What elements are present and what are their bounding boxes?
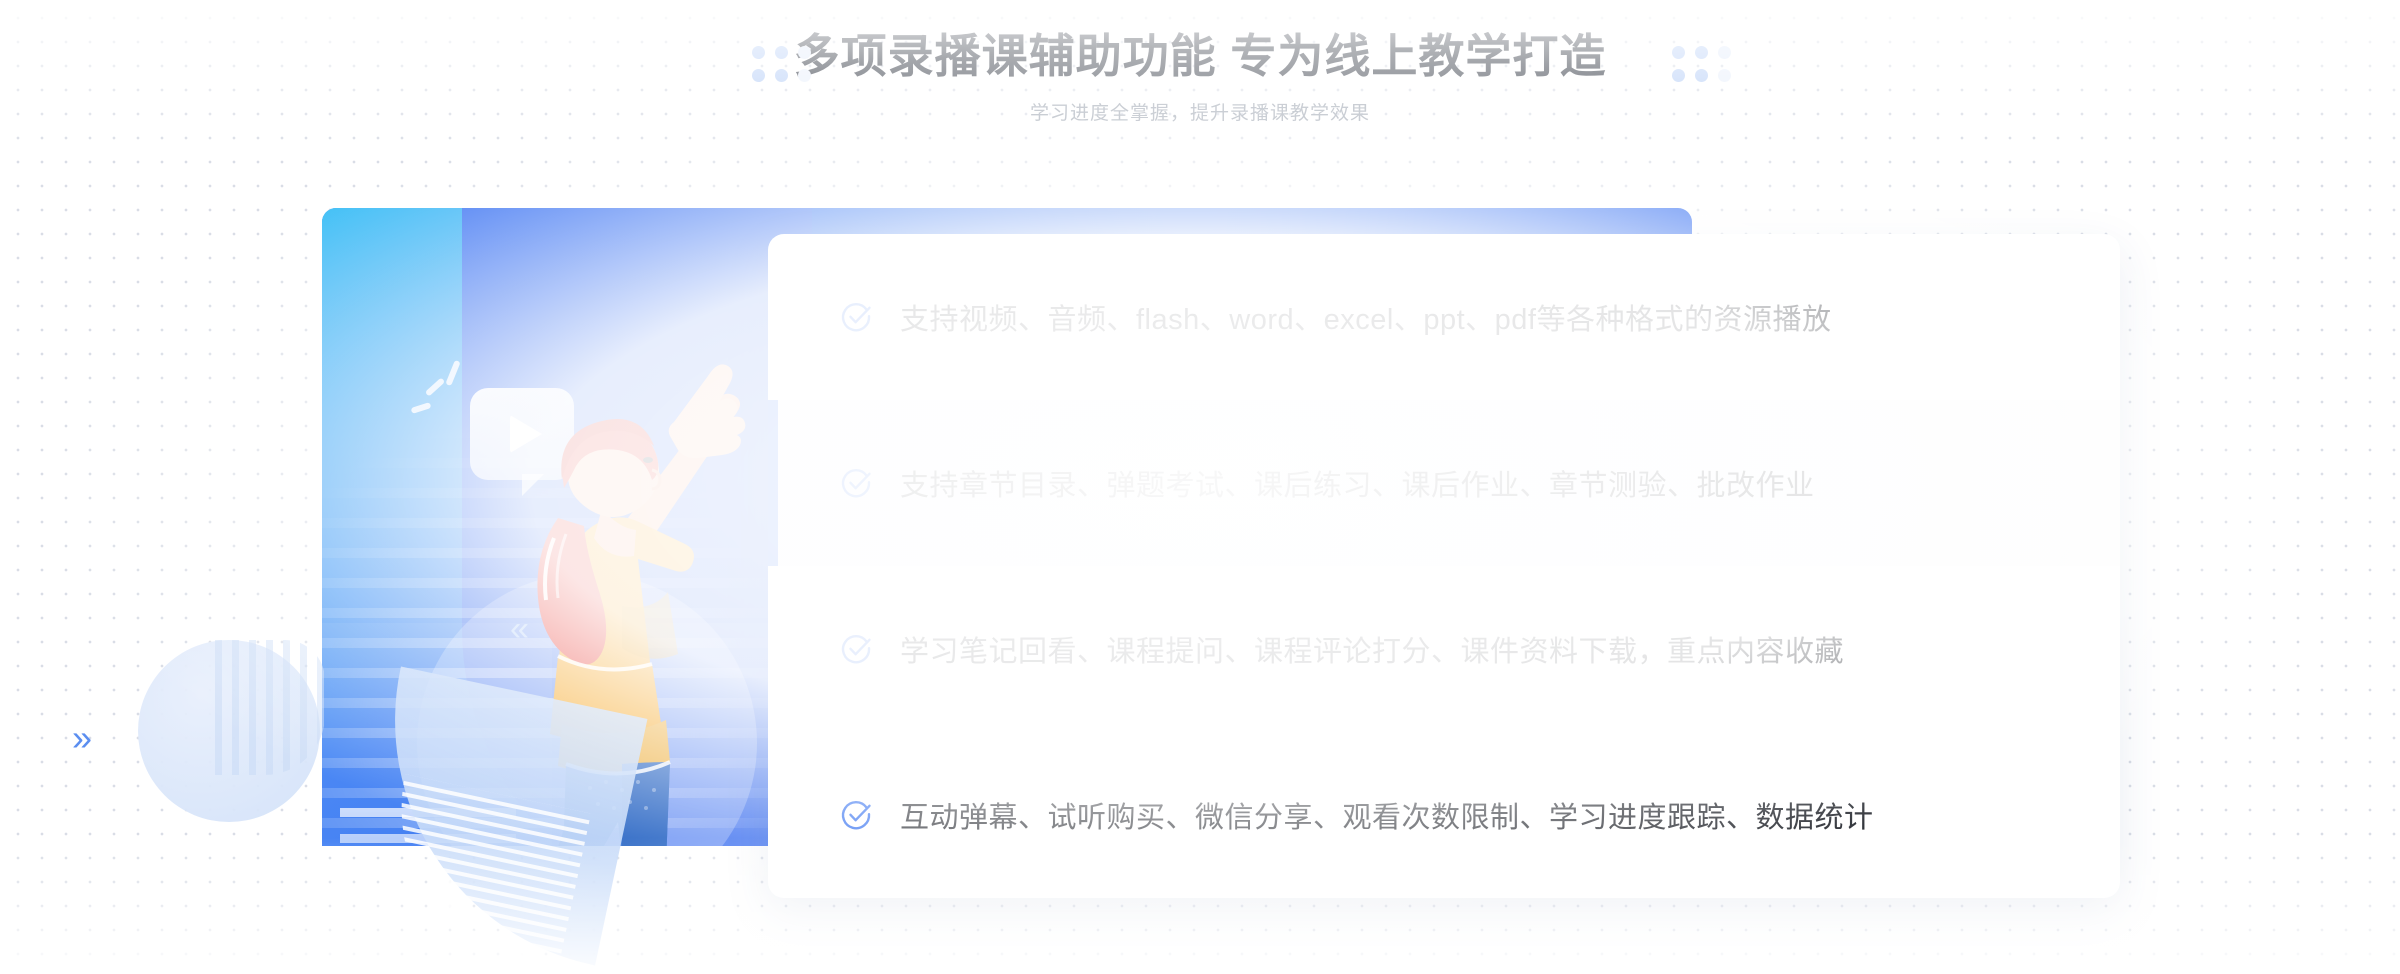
chevron-right-icon: » [72, 717, 93, 758]
feature-row-3[interactable]: 学习笔记回看、课程提问、课程评论打分、课件资料下载，重点内容收藏 [768, 566, 2120, 732]
check-circle-icon [841, 469, 871, 498]
page-header: 多项录播课辅助功能 专为线上教学打造 学习进度全掌握，提升录播课教学效果 [0, 0, 2400, 125]
feature-row-label: 学习笔记回看、课程提问、课程评论打分、课件资料下载，重点内容收藏 [900, 636, 1845, 668]
page-background: 多项录播课辅助功能 专为线上教学打造 学习进度全掌握，提升录播课教学效果 « 支… [0, 0, 2400, 974]
feature-row-label: 互动弹幕、试听购买、微信分享、观看次数限制、学习进度跟踪、数据统计 [900, 802, 1874, 834]
feature-row-2[interactable]: 支持章节目录、弹题考试、课后练习、课后作业、章节测验、批改作业 [768, 400, 2120, 566]
page-subtitle: 学习进度全掌握，提升录播课教学效果 [1029, 102, 1370, 124]
page-title: 多项录播课辅助功能 专为线上教学打造 [793, 30, 1607, 82]
feature-row-label: 支持视频、音频、flash、word、excel、ppt、pdf等各种格式的资源… [900, 304, 1832, 336]
dot-cluster-left-icon [752, 46, 811, 82]
feature-card: 支持视频、音频、flash、word、excel、ppt、pdf等各种格式的资源… [768, 234, 2120, 898]
decorative-stripes [215, 640, 325, 775]
check-circle-icon [841, 801, 871, 830]
feature-row-label: 支持章节目录、弹题考试、课后练习、课后作业、章节测验、批改作业 [900, 470, 1815, 502]
feature-row-1[interactable]: 支持视频、音频、flash、word、excel、ppt、pdf等各种格式的资源… [768, 234, 2120, 400]
dot-cluster-right-icon [1672, 46, 1731, 82]
check-circle-icon [841, 303, 871, 332]
feature-row-4[interactable]: 互动弹幕、试听购买、微信分享、观看次数限制、学习进度跟踪、数据统计 [768, 732, 2120, 898]
check-circle-icon [841, 635, 871, 664]
